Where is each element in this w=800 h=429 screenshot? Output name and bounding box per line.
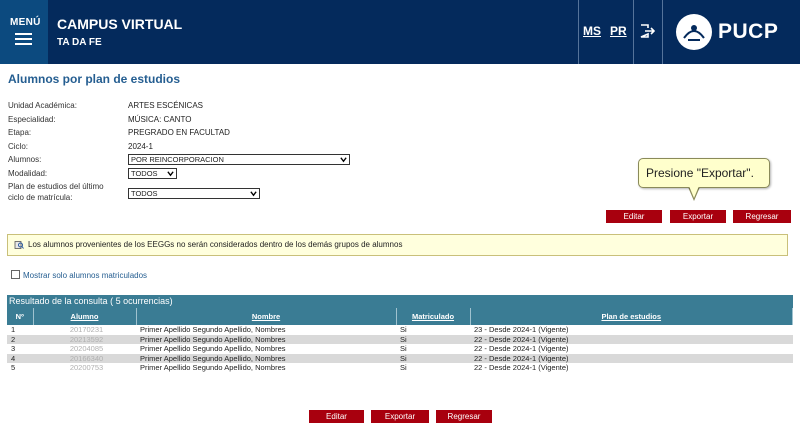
row-number: 5 bbox=[11, 363, 16, 373]
results-table: Nº Alumno Nombre Matriculado Plan de est… bbox=[7, 308, 793, 373]
row-plan: 22 - Desde 2024-1 (Vigente) bbox=[470, 353, 793, 363]
top-header: MENÚ CAMPUS VIRTUAL TA DA FE MS PR PUCP bbox=[0, 0, 800, 64]
row-name: Primer Apellido Segundo Apellido, Nombre… bbox=[136, 353, 396, 363]
hamburger-icon bbox=[15, 33, 32, 45]
export-button-bottom[interactable]: Exportar bbox=[371, 410, 429, 423]
ciclo-label: Ciclo: bbox=[8, 142, 29, 151]
row-code: 20200753 bbox=[69, 363, 104, 373]
ciclo-value: 2024-1 bbox=[128, 142, 153, 151]
row-number: 2 bbox=[7, 334, 33, 344]
chevron-down-icon bbox=[340, 157, 347, 163]
matriculados-checkbox[interactable] bbox=[11, 270, 20, 279]
info-notice: Los alumnos provenientes de los EEGGs no… bbox=[7, 234, 788, 256]
plan-label-line1: Plan de estudios del último bbox=[8, 182, 104, 191]
col-alumno[interactable]: Alumno bbox=[33, 308, 137, 325]
table-row: 3 20204085 Primer Apellido Segundo Apell… bbox=[7, 344, 793, 354]
ms-link[interactable]: MS bbox=[583, 24, 601, 38]
header-divider bbox=[633, 0, 634, 64]
row-code: 20213592 bbox=[33, 334, 136, 344]
especialidad-label: Especialidad: bbox=[8, 115, 56, 124]
chevron-down-icon bbox=[250, 191, 257, 197]
edit-button[interactable]: Editar bbox=[606, 210, 662, 223]
pucp-shield-icon bbox=[676, 14, 712, 50]
alumnos-label: Alumnos: bbox=[8, 155, 42, 164]
header-divider bbox=[578, 0, 579, 64]
row-enrolled: Si bbox=[400, 363, 407, 373]
plan-select[interactable]: TODOS bbox=[128, 188, 260, 199]
modalidad-selected: TODOS bbox=[131, 169, 158, 178]
etapa-value: PREGRADO EN FACULTAD bbox=[128, 128, 230, 137]
export-button[interactable]: Exportar bbox=[670, 210, 726, 223]
col-number: Nº bbox=[7, 308, 34, 325]
row-number: 3 bbox=[11, 344, 16, 354]
edit-button-bottom[interactable]: Editar bbox=[309, 410, 364, 423]
pucp-logo-text: PUCP bbox=[718, 20, 779, 43]
row-code: 20170231 bbox=[69, 325, 104, 335]
col-nombre[interactable]: Nombre bbox=[136, 308, 397, 325]
row-name: Primer Apellido Segundo Apellido, Nombre… bbox=[140, 344, 286, 354]
row-name: Primer Apellido Segundo Apellido, Nombre… bbox=[140, 325, 286, 335]
plan-selected: TODOS bbox=[131, 189, 158, 198]
logout-icon[interactable] bbox=[639, 23, 655, 39]
plan-label: Plan de estudios del último ciclo de mat… bbox=[8, 182, 104, 202]
page-title: Alumnos por plan de estudios bbox=[8, 72, 181, 86]
alumnos-select[interactable]: POR REINCORPORACION bbox=[128, 154, 350, 165]
etapa-label: Etapa: bbox=[8, 128, 32, 137]
table-row: 4 20166340 Primer Apellido Segundo Apell… bbox=[7, 353, 793, 363]
app-subtitle: TA DA FE bbox=[57, 37, 102, 48]
row-enrolled: Si bbox=[400, 325, 407, 335]
chevron-down-icon bbox=[167, 171, 174, 177]
row-number: 1 bbox=[11, 325, 16, 335]
especialidad-value: MÚSICA: CANTO bbox=[128, 115, 192, 124]
results-caption: Resultado de la consulta ( 5 ocurrencias… bbox=[7, 295, 793, 308]
col-matriculado[interactable]: Matriculado bbox=[396, 308, 471, 325]
row-plan: 22 - Desde 2024-1 (Vigente) bbox=[474, 344, 569, 354]
col-plan[interactable]: Plan de estudios bbox=[470, 308, 793, 325]
row-code: 20204085 bbox=[69, 344, 104, 354]
row-plan: 23 - Desde 2024-1 (Vigente) bbox=[474, 325, 569, 335]
plan-label-line2: ciclo de matrícula: bbox=[8, 193, 73, 202]
row-enrolled: Si bbox=[400, 344, 407, 354]
table-row: 1 20170231 Primer Apellido Segundo Apell… bbox=[7, 325, 793, 335]
row-name: Primer Apellido Segundo Apellido, Nombre… bbox=[140, 363, 286, 373]
alumnos-selected: POR REINCORPORACION bbox=[131, 155, 224, 164]
menu-label: MENÚ bbox=[10, 17, 41, 28]
row-name: Primer Apellido Segundo Apellido, Nombre… bbox=[136, 334, 396, 344]
back-button-bottom[interactable]: Regresar bbox=[436, 410, 492, 423]
row-enrolled: Si bbox=[396, 334, 470, 344]
row-number: 4 bbox=[7, 353, 33, 363]
table-row: 5 20200753 Primer Apellido Segundo Apell… bbox=[7, 363, 793, 373]
modalidad-select[interactable]: TODOS bbox=[128, 168, 177, 179]
table-row: 2 20213592 Primer Apellido Segundo Apell… bbox=[7, 334, 793, 344]
app-title: CAMPUS VIRTUAL bbox=[57, 16, 183, 32]
row-enrolled: Si bbox=[396, 353, 470, 363]
row-code: 20166340 bbox=[33, 353, 136, 363]
menu-button[interactable]: MENÚ bbox=[0, 0, 48, 64]
row-plan: 22 - Desde 2024-1 (Vigente) bbox=[470, 334, 793, 344]
back-button[interactable]: Regresar bbox=[733, 210, 791, 223]
tooltip-pointer bbox=[689, 186, 699, 198]
unidad-label: Unidad Académica: bbox=[8, 101, 77, 110]
matriculados-label[interactable]: Mostrar solo alumnos matriculados bbox=[23, 271, 147, 280]
header-divider bbox=[662, 0, 663, 64]
notice-text: Los alumnos provenientes de los EEGGs no… bbox=[28, 240, 403, 249]
export-tooltip: Presione "Exportar". bbox=[638, 158, 770, 188]
unidad-value: ARTES ESCÉNICAS bbox=[128, 101, 203, 110]
info-icon bbox=[14, 241, 24, 249]
pr-link[interactable]: PR bbox=[610, 24, 627, 38]
row-plan: 22 - Desde 2024-1 (Vigente) bbox=[474, 363, 569, 373]
modalidad-label: Modalidad: bbox=[8, 169, 48, 178]
